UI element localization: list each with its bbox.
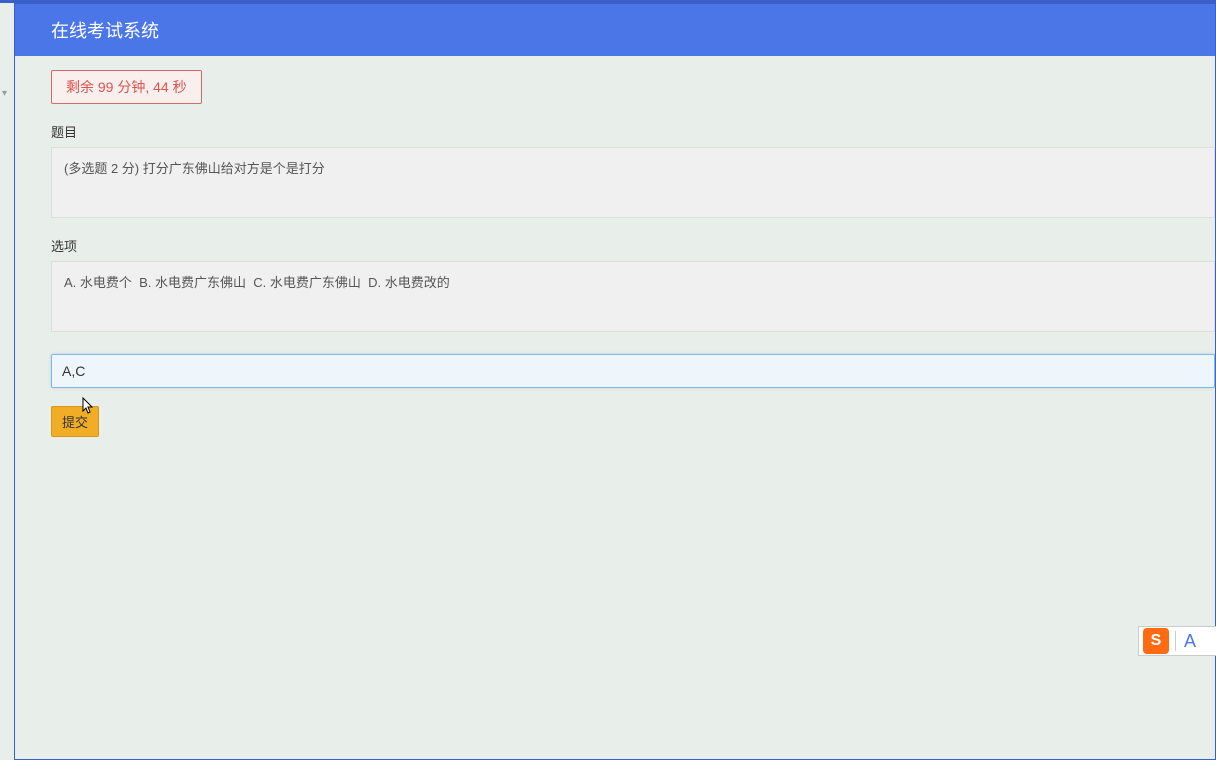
timer-box: 剩余 99 分钟, 44 秒 [51, 70, 202, 104]
sogou-ime-icon[interactable]: S [1143, 628, 1169, 654]
collapse-arrow-icon[interactable]: ▾ [2, 88, 7, 99]
option-c: C. 水电费广东佛山 [253, 275, 361, 290]
main-panel: 在线考试系统 剩余 99 分钟, 44 秒 题目 (多选题 2 分) 打分广东佛… [14, 3, 1216, 760]
answer-input-wrap [51, 354, 1215, 388]
ime-toolbar[interactable]: S A [1138, 626, 1216, 656]
options-label: 选项 [51, 236, 1215, 255]
content-area: 剩余 99 分钟, 44 秒 题目 (多选题 2 分) 打分广东佛山给对方是个是… [15, 56, 1215, 759]
submit-button[interactable]: 提交 [51, 406, 99, 437]
question-box: (多选题 2 分) 打分广东佛山给对方是个是打分 [51, 147, 1215, 218]
question-label: 题目 [51, 122, 1215, 141]
ime-separator [1175, 631, 1176, 651]
option-a: A. 水电费个 [64, 275, 132, 290]
ime-icon-letter: S [1151, 632, 1162, 650]
option-d: D. 水电费改的 [368, 275, 450, 290]
app-title: 在线考试系统 [51, 17, 159, 43]
answer-input[interactable] [51, 354, 1215, 388]
option-b: B. 水电费广东佛山 [139, 275, 246, 290]
header-bar: 在线考试系统 [15, 4, 1215, 56]
timer-text: 剩余 99 分钟, 44 秒 [66, 79, 187, 95]
ime-mode-letter[interactable]: A [1184, 631, 1196, 652]
question-text: (多选题 2 分) 打分广东佛山给对方是个是打分 [64, 161, 325, 176]
options-box: A. 水电费个 B. 水电费广东佛山 C. 水电费广东佛山 D. 水电费改的 [51, 261, 1215, 332]
